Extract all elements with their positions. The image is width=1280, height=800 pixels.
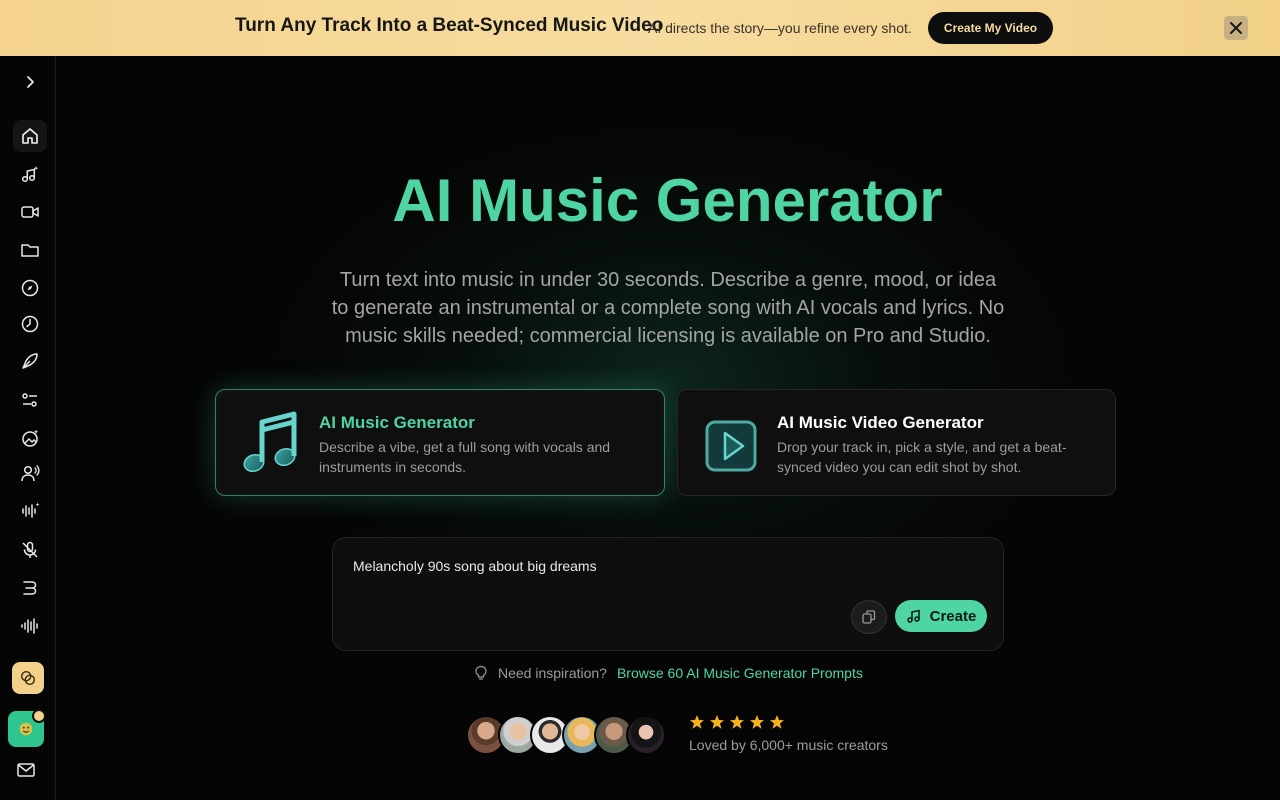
star-icon: [750, 715, 764, 729]
person-voice-icon: [21, 465, 40, 482]
prompt-input-box[interactable]: Melancholy 90s song about big dreams Cre…: [332, 537, 1004, 651]
card-description: Drop your track in, pick a style, and ge…: [777, 439, 1067, 475]
inspiration-question: Need inspiration?: [498, 665, 607, 681]
remix-icon: [23, 581, 37, 595]
mic-off-icon: [22, 541, 38, 558]
waveform-sparkle-icon: [22, 502, 40, 518]
page-description: Turn text into music in under 30 seconds…: [331, 269, 1005, 347]
sidebar-item-mute[interactable]: [12, 534, 48, 566]
sidebar-item-image-gen[interactable]: [12, 422, 48, 454]
inspiration-row: Need inspiration? Browse 60 AI Music Gen…: [474, 664, 863, 682]
coin-icon: [20, 670, 36, 686]
pen-icon: [22, 353, 38, 369]
sidebar-item-remix[interactable]: [12, 572, 48, 604]
notification-dot: [32, 709, 46, 723]
play-video-icon: [705, 420, 757, 472]
social-proof-text: Loved by 6,000+ music creators: [689, 737, 888, 753]
create-my-video-button[interactable]: Create My Video: [928, 12, 1053, 44]
music-note-icon: [243, 411, 297, 473]
prompt-input[interactable]: Melancholy 90s song about big dreams: [353, 558, 597, 574]
promo-banner: Turn Any Track Into a Beat-Synced Music …: [0, 0, 1280, 56]
chevron-right-icon: [27, 76, 34, 88]
folder-icon: [21, 244, 39, 257]
sidebar-item-explore[interactable]: [12, 272, 48, 304]
credits-coin-button[interactable]: [12, 662, 44, 694]
avatar: [626, 715, 666, 755]
lightbulb-icon: [475, 665, 487, 680]
sidebar-item-voice[interactable]: [12, 457, 48, 489]
copy-prompt-button[interactable]: [851, 600, 887, 634]
compass-icon: [21, 279, 39, 297]
close-icon: [1230, 22, 1242, 34]
sidebar-item-settings[interactable]: [12, 384, 48, 416]
card-title: AI Music Video Generator: [777, 413, 984, 432]
create-button[interactable]: Create: [895, 600, 987, 632]
card-ai-music-generator[interactable]: AI Music Generator Describe a vibe, get …: [215, 389, 665, 496]
sidebar-item-lyrics[interactable]: [12, 345, 48, 377]
avatar-smile-icon: [19, 722, 33, 736]
sidebar-item-audio-sparkle[interactable]: [12, 495, 48, 527]
creator-avatars: [466, 715, 666, 755]
star-icon: [730, 715, 744, 729]
copy-icon: [862, 610, 876, 624]
card-description: Describe a vibe, get a full song with vo…: [319, 439, 611, 475]
mail-icon: [17, 763, 35, 777]
sidebar-expand-button[interactable]: [12, 66, 48, 98]
page-title: AI Music Generator: [392, 167, 943, 234]
clock-icon: [21, 315, 39, 333]
browse-prompts-link[interactable]: Browse 60 AI Music Generator Prompts: [617, 665, 863, 681]
star-icon: [770, 715, 784, 729]
star-icon: [710, 715, 724, 729]
waveform-icon: [21, 618, 38, 634]
banner-close-button[interactable]: [1224, 16, 1248, 40]
sidebar-item-history[interactable]: [12, 308, 48, 340]
rating-stars: [689, 714, 785, 730]
card-title: AI Music Generator: [319, 413, 475, 432]
star-icon: [690, 715, 704, 729]
create-button-label: Create: [929, 607, 977, 625]
sidebar-item-mail[interactable]: [8, 754, 44, 786]
image-sparkle-icon: [22, 429, 39, 447]
banner-title: Turn Any Track Into a Beat-Synced Music …: [235, 15, 664, 36]
card-ai-music-video-generator[interactable]: AI Music Video Generator Drop your track…: [677, 389, 1116, 496]
sidebar-item-waveform[interactable]: [12, 610, 48, 642]
sidebar-item-library[interactable]: [12, 234, 48, 266]
user-avatar[interactable]: [8, 709, 46, 747]
banner-subtitle: AI directs the story—you refine every sh…: [648, 20, 912, 36]
music-note-small-icon: [906, 609, 920, 623]
sliders-icon: [22, 393, 37, 407]
sidebar-item-home[interactable]: [13, 120, 47, 152]
home-icon: [22, 128, 38, 144]
